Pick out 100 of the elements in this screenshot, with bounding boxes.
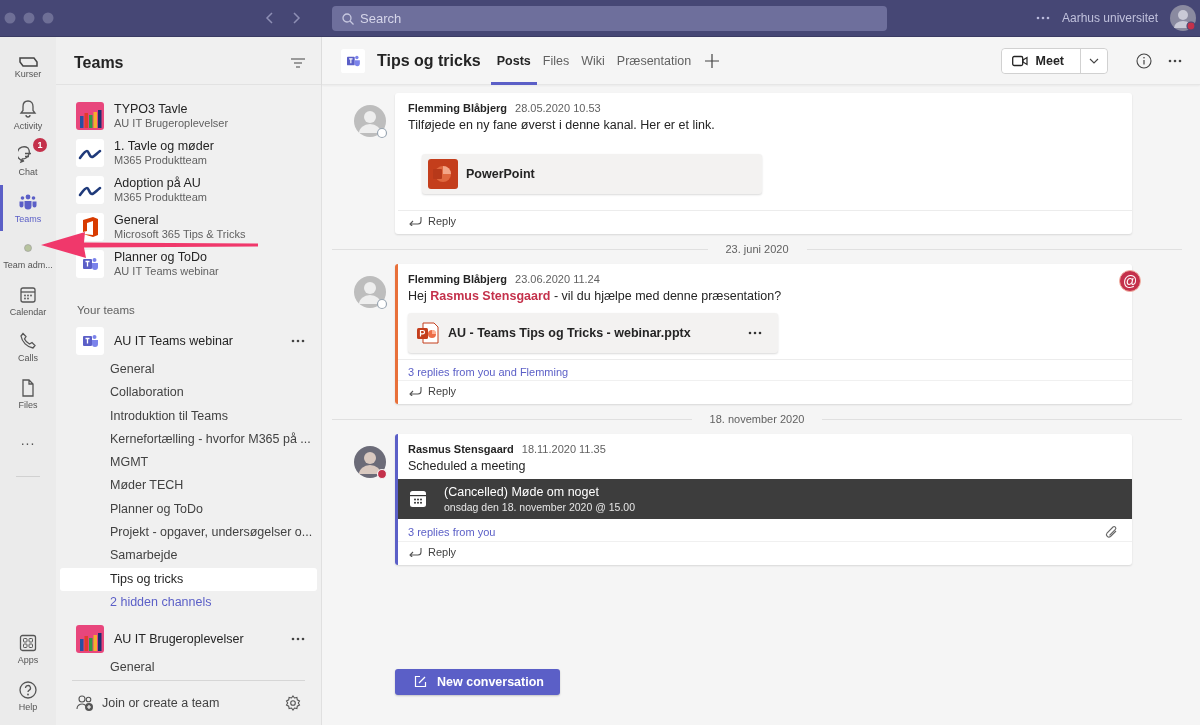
search-field[interactable]: Search bbox=[332, 5, 887, 31]
more-icon[interactable] bbox=[291, 339, 305, 343]
channel-tab[interactable]: Præsentation bbox=[610, 36, 698, 85]
channel-tab[interactable]: Files bbox=[536, 36, 576, 85]
rail-item[interactable]: Help bbox=[0, 672, 53, 719]
more-icon[interactable] bbox=[1168, 58, 1182, 63]
pencils-icon bbox=[76, 624, 104, 653]
join-team-link[interactable]: Join or create a team bbox=[102, 696, 277, 710]
teams-logo-icon bbox=[341, 48, 365, 73]
author-name: Flemming Blåbjerg bbox=[408, 102, 508, 114]
team-name: Microsoft 365 Tips & Tricks bbox=[114, 228, 246, 240]
powerpoint-icon bbox=[428, 159, 458, 189]
reply-button[interactable]: Reply bbox=[408, 385, 457, 397]
reply-button[interactable]: Reply bbox=[408, 546, 457, 558]
channel-item[interactable]: General bbox=[60, 358, 317, 382]
rail-item[interactable]: Files bbox=[0, 370, 53, 417]
phone-icon bbox=[18, 331, 38, 352]
timestamp: 23.06.2020 11.24 bbox=[515, 273, 600, 285]
replies-link[interactable]: 3 replies from you and Flemming bbox=[408, 366, 569, 378]
team-channel-link[interactable]: TYPO3 Tavle bbox=[114, 102, 229, 116]
info-icon[interactable] bbox=[1136, 52, 1152, 69]
apps-icon bbox=[18, 633, 38, 654]
channel-item[interactable]: Møder TECH bbox=[60, 474, 317, 498]
reply-arrow-icon bbox=[408, 547, 422, 557]
caret-icon bbox=[1089, 57, 1099, 64]
date-divider: 18. november 2020 bbox=[708, 413, 806, 425]
meeting-time: onsdag den 18. november 2020 @ 15.00 bbox=[444, 501, 636, 513]
rail-item[interactable]: Calendar bbox=[0, 277, 53, 324]
message-text: Hej Rasmus Stensgaard - vil du hjælpe med denne præsentation? bbox=[408, 289, 783, 303]
channel-title: Tips og tricks bbox=[377, 51, 481, 70]
profile-avatar-icon[interactable] bbox=[1170, 5, 1196, 31]
author-name: Rasmus Stensgaard bbox=[408, 443, 514, 455]
more-icon bbox=[748, 331, 762, 335]
rail-item[interactable]: 1 Chat bbox=[0, 138, 53, 185]
panel-title: Teams bbox=[74, 53, 124, 72]
channel-item[interactable]: General bbox=[60, 655, 317, 680]
meet-button[interactable]: Meet bbox=[1001, 48, 1081, 73]
reply-arrow-icon bbox=[408, 386, 422, 396]
back-icon[interactable] bbox=[264, 11, 276, 25]
reply-arrow-icon bbox=[408, 216, 422, 226]
pencils-icon bbox=[76, 101, 104, 130]
new-conversation-button[interactable]: New conversation bbox=[395, 669, 560, 695]
hidden-channels-link[interactable]: 2 hidden channels bbox=[60, 590, 321, 614]
channel-item[interactable]: Projekt - opgaver, undersøgelser o... bbox=[60, 521, 317, 545]
add-people-icon bbox=[76, 694, 94, 712]
team-name[interactable]: AU IT Teams webinar bbox=[114, 334, 281, 348]
channel-tab[interactable]: Posts bbox=[490, 36, 537, 85]
author-name: Flemming Blåbjerg bbox=[408, 273, 508, 285]
date-divider: 23. juni 2020 bbox=[724, 243, 790, 255]
team-channel-link[interactable]: 1. Tavle og møder bbox=[114, 139, 214, 153]
board-icon bbox=[18, 57, 38, 68]
channel-item[interactable]: MGMT bbox=[60, 451, 317, 475]
organization-name: Aarhus universitet bbox=[1061, 11, 1158, 25]
file-card[interactable]: AU - Teams Tips og Tricks - webinar.pptx bbox=[408, 313, 778, 353]
add-tab-icon[interactable] bbox=[705, 53, 720, 68]
avatar-icon bbox=[352, 103, 388, 139]
team-name[interactable]: AU IT Brugeroplevelser bbox=[114, 631, 281, 646]
meeting-title: (Cancelled) Møde om noget bbox=[444, 485, 600, 499]
channel-item[interactable]: Kernefortælling - hvorfor M365 på ... bbox=[60, 427, 317, 452]
channel-item[interactable]: Planner og ToDo bbox=[60, 497, 317, 522]
teams-logo-icon bbox=[76, 249, 104, 278]
wave-icon bbox=[76, 138, 104, 167]
replies-link[interactable]: 3 replies from you bbox=[408, 526, 496, 538]
compose-icon bbox=[413, 675, 427, 689]
timestamp: 18.11.2020 11.35 bbox=[521, 443, 606, 455]
team-channel-link[interactable]: Adoption på AU bbox=[114, 176, 207, 190]
team-name: M365 Produktteam bbox=[114, 191, 207, 203]
window-controls-icon bbox=[4, 12, 54, 24]
rail-item[interactable]: Calls bbox=[0, 324, 53, 371]
team-channel-link[interactable]: Planner og ToDo bbox=[114, 250, 219, 264]
message-text: Scheduled a meeting bbox=[408, 459, 527, 473]
calendar-icon bbox=[409, 490, 427, 508]
rail-item[interactable]: Kurser bbox=[0, 45, 53, 92]
rail-item[interactable]: Team adm... bbox=[0, 231, 53, 278]
team-channel-link[interactable]: General bbox=[114, 213, 246, 227]
channel-tab[interactable]: Wiki bbox=[575, 36, 611, 85]
video-camera-icon bbox=[1011, 54, 1028, 67]
message-text: Tilføjede en ny fane øverst i denne kanal. Her er et link. bbox=[408, 118, 716, 132]
office-icon bbox=[76, 212, 104, 241]
rail-item[interactable]: Activity bbox=[0, 91, 53, 138]
rail-item[interactable]: ... bbox=[0, 417, 53, 464]
channel-item[interactable]: Introduktion til Teams bbox=[60, 404, 317, 428]
channel-item[interactable]: Collaboration bbox=[60, 381, 317, 405]
calendar-icon bbox=[18, 284, 38, 305]
rail-item[interactable]: Apps bbox=[0, 626, 53, 673]
more-icon[interactable] bbox=[1035, 16, 1050, 20]
channel-item[interactable]: Samarbejde bbox=[60, 544, 317, 568]
more-icon[interactable] bbox=[291, 636, 305, 641]
powerpoint-file-icon bbox=[416, 321, 440, 345]
notification-badge: 1 bbox=[33, 138, 47, 153]
meeting-card[interactable]: (Cancelled) Møde om noget onsdag den 18. november 2020 @ 15.00 bbox=[395, 479, 1132, 519]
channel-item[interactable]: Tips og tricks bbox=[60, 567, 317, 591]
rail-item[interactable]: Teams bbox=[0, 184, 53, 231]
forward-icon[interactable] bbox=[290, 11, 302, 25]
avatar-icon bbox=[352, 274, 388, 310]
attachment-card[interactable]: PowerPoint bbox=[422, 154, 762, 194]
settings-icon[interactable] bbox=[285, 695, 301, 711]
timestamp: 28.05.2020 10.53 bbox=[515, 102, 601, 114]
search-icon bbox=[342, 12, 354, 25]
reply-button[interactable]: Reply bbox=[408, 215, 457, 227]
